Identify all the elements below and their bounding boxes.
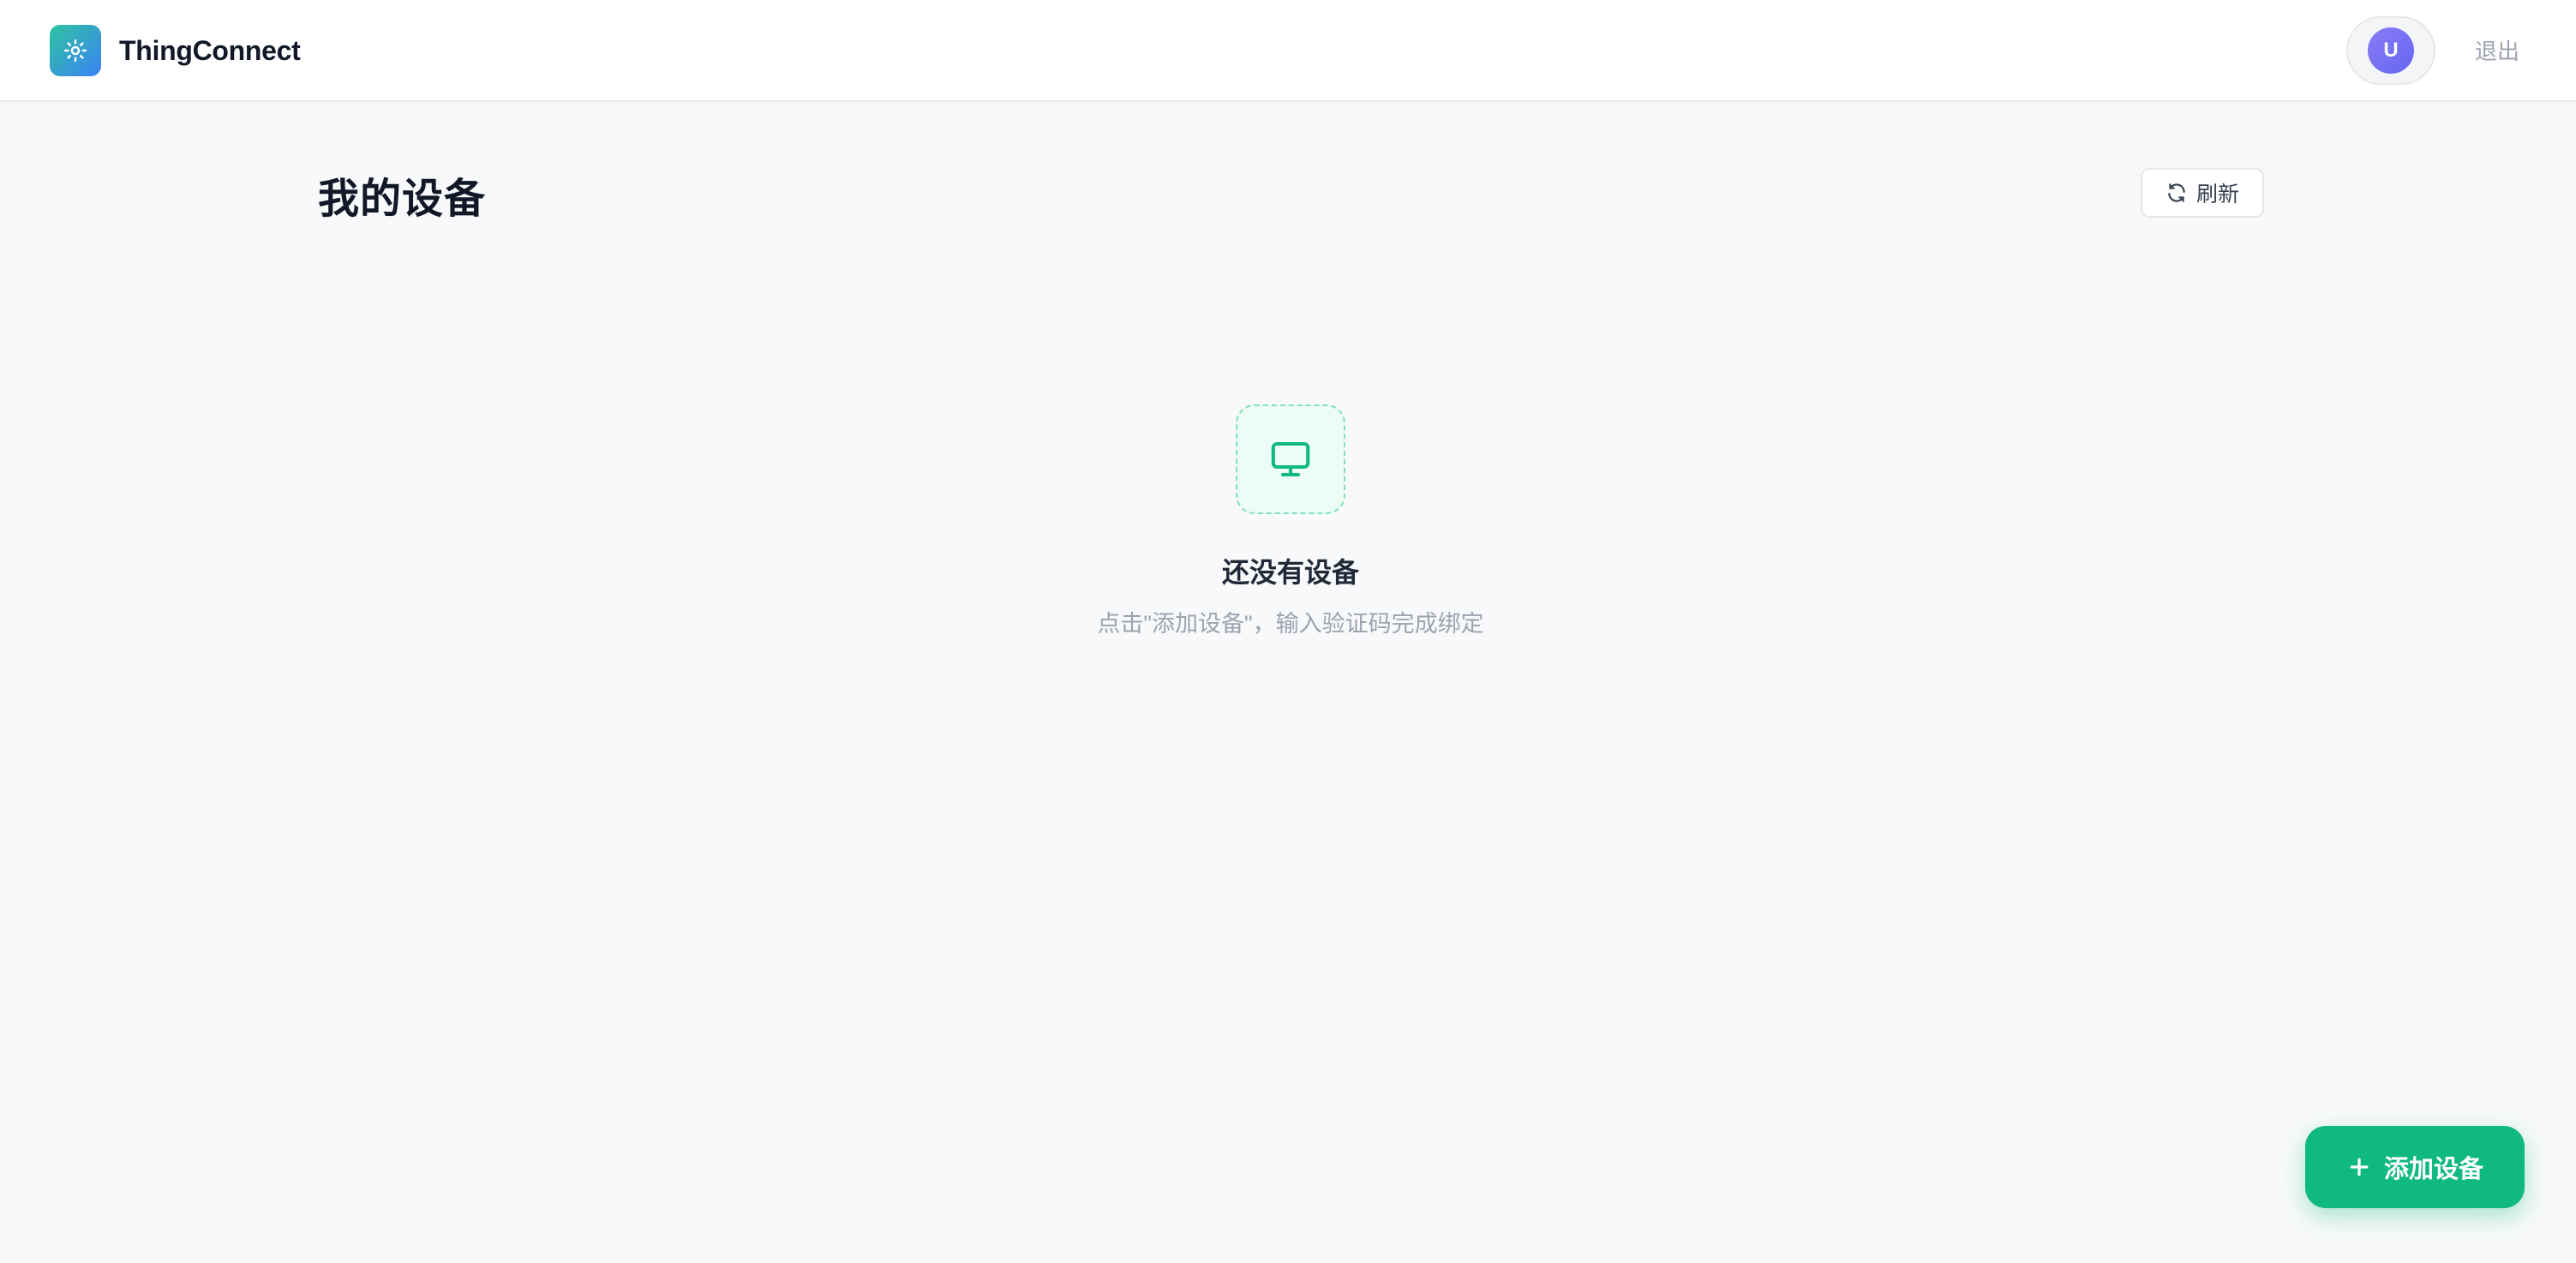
empty-state-description: 点击"添加设备"，输入验证码完成绑定 [1097, 611, 1484, 637]
empty-state-icon-box [1236, 404, 1345, 514]
top-header: ThingConnect U 退出 [0, 0, 2576, 102]
add-device-label: 添加设备 [2383, 1156, 2483, 1183]
brand[interactable]: ThingConnect [50, 24, 301, 77]
sun-icon [63, 39, 87, 63]
user-menu-button[interactable]: U [2346, 16, 2435, 85]
refresh-icon [2166, 182, 2188, 204]
logout-link[interactable]: 退出 [2475, 34, 2519, 66]
monitor-icon [1271, 441, 1310, 477]
brand-name: ThingConnect [119, 34, 301, 66]
empty-state-title: 还没有设备 [1221, 557, 1359, 588]
add-device-button[interactable]: 添加设备 [2305, 1126, 2525, 1208]
refresh-button[interactable]: 刷新 [2141, 168, 2264, 218]
refresh-label: 刷新 [2196, 183, 2239, 207]
avatar: U [2368, 27, 2414, 74]
page-title: 我的设备 [318, 177, 487, 222]
brand-logo [50, 25, 101, 76]
plus-icon [2346, 1154, 2372, 1180]
